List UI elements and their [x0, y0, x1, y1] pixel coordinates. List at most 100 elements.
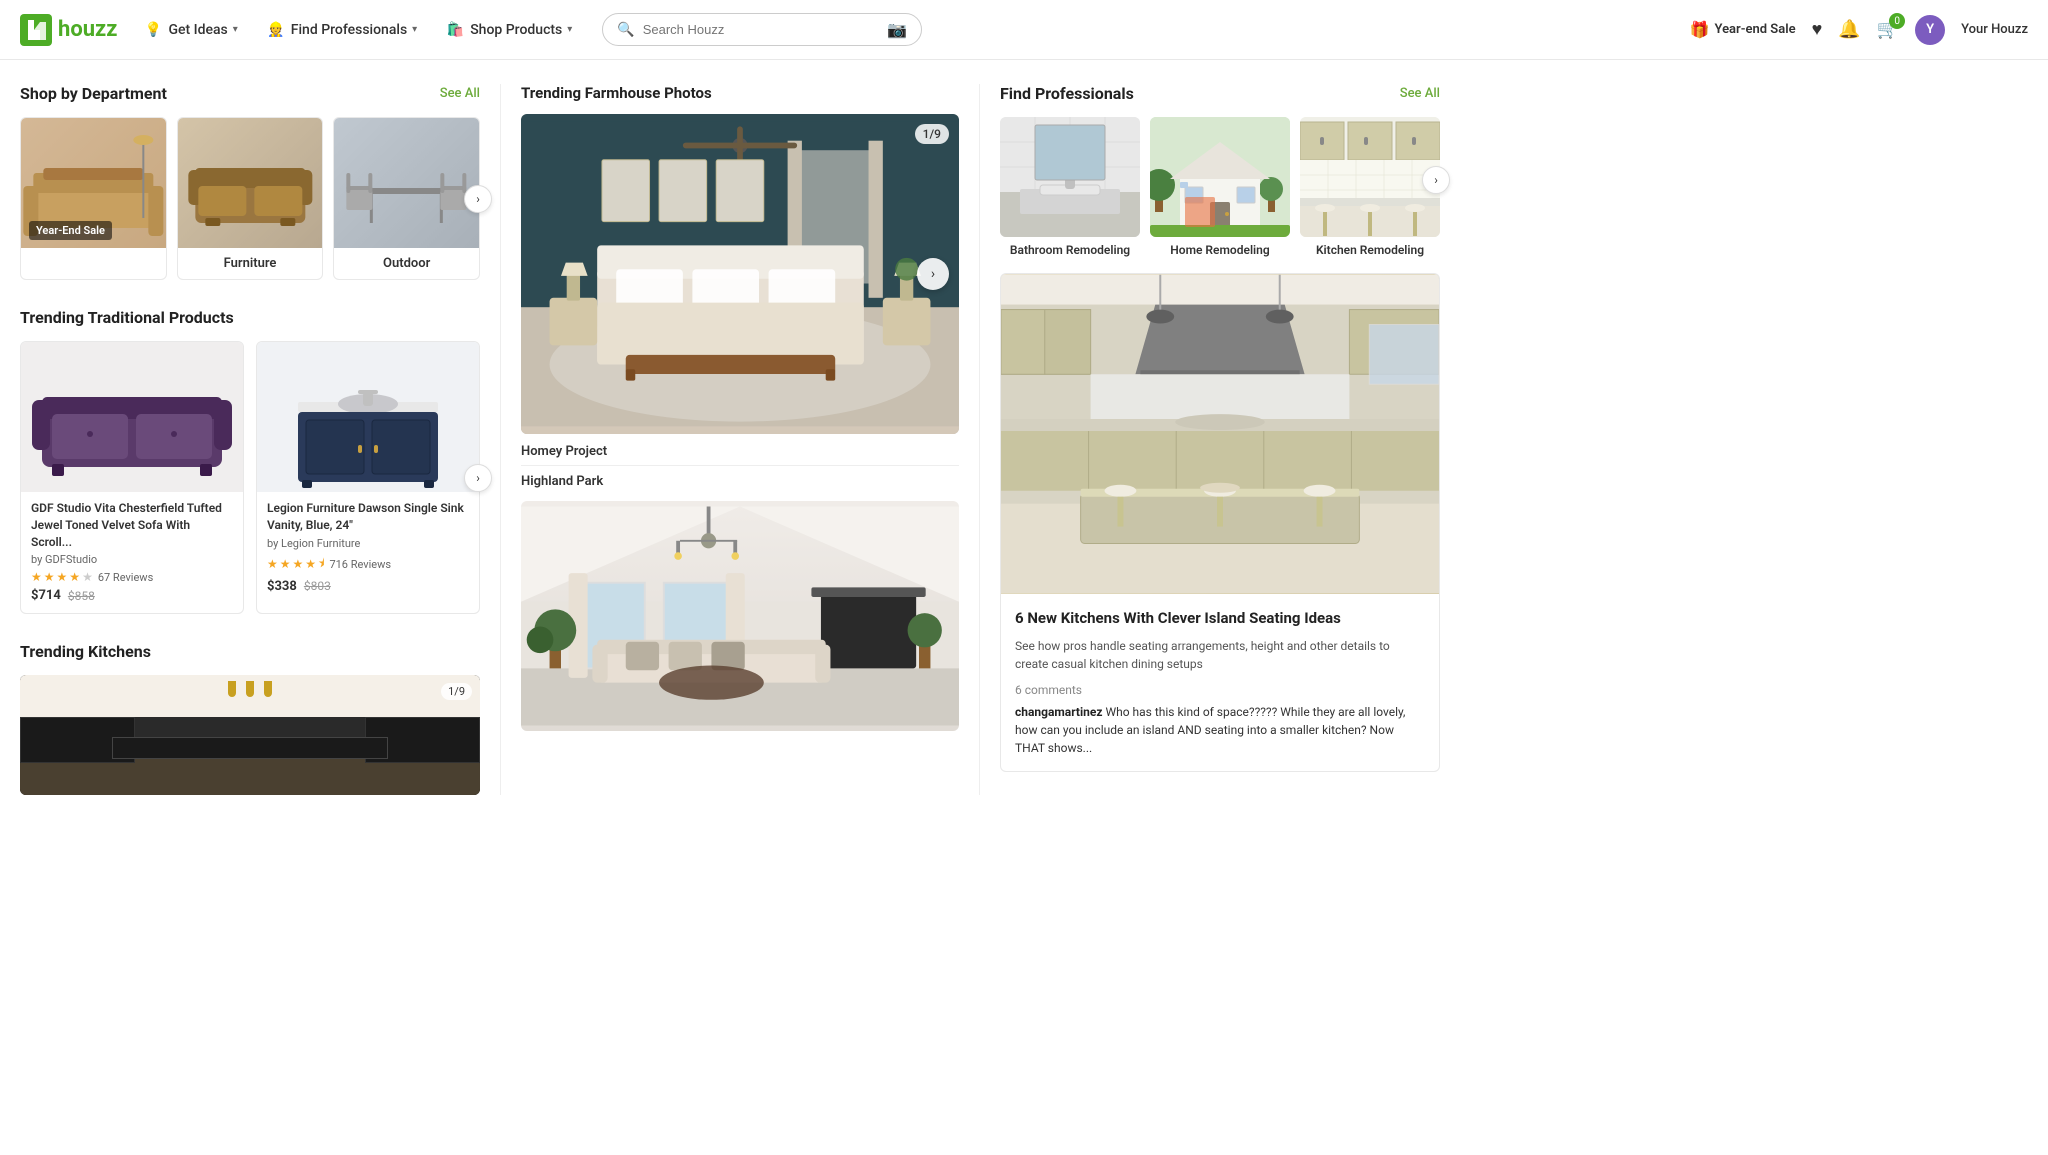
dept-card-outdoor[interactable]: Outdoor [333, 117, 480, 280]
article-comment-author: changamartinez [1015, 705, 1102, 719]
product-grid: GDF Studio Vita Chesterfield Tufted Jewe… [20, 341, 480, 614]
farmhouse-photo-counter: 1/9 [915, 124, 949, 144]
product-sofa-by: by GDFStudio [31, 553, 233, 566]
find-pros-title: Find Professionals [1000, 84, 1134, 103]
product-vanity-reviews: 716 Reviews [329, 558, 391, 571]
product-sofa-img [21, 342, 243, 492]
farmhouse-photo-label-2[interactable]: Highland Park [521, 466, 959, 501]
product-vanity-info: Legion Furniture Dawson Single Sink Vani… [257, 492, 479, 594]
farmhouse-carousel-next[interactable]: › [917, 258, 949, 290]
star-4: ★ [69, 570, 80, 584]
star-2: ★ [44, 570, 55, 584]
dk-island [112, 737, 388, 759]
dept-carousel-next[interactable]: › [464, 185, 492, 213]
product-card-vanity[interactable]: Legion Furniture Dawson Single Sink Vani… [256, 341, 480, 614]
dept-card-sale[interactable]: Year-End Sale [20, 117, 167, 280]
pro-home-img [1150, 117, 1290, 237]
find-pros-see-all[interactable]: See All [1400, 86, 1440, 101]
pro-card-home[interactable]: Home Remodeling [1150, 117, 1290, 257]
nav-find-professionals-label: Find Professionals [291, 22, 407, 38]
dept-card-outdoor-img [334, 118, 479, 248]
pro-kitchen-img [1300, 117, 1440, 237]
pro-card-bathroom[interactable]: Bathroom Remodeling [1000, 117, 1140, 257]
star-v4: ★ [305, 557, 316, 571]
dk-light-3 [264, 681, 272, 697]
year-end-sale-link[interactable]: 🎁 Year-end Sale [1690, 20, 1796, 39]
farmhouse-second-photo[interactable] [521, 501, 959, 731]
product-sofa-price-row: $714 $858 [31, 588, 233, 603]
dept-card-furniture[interactable]: Furniture [177, 117, 324, 280]
nav-get-ideas[interactable]: 💡 Get Ideas ▾ [133, 12, 247, 48]
bedroom-svg [521, 114, 959, 434]
star-v2: ★ [280, 557, 291, 571]
article-title: 6 New Kitchens With Clever Island Seatin… [1015, 608, 1425, 629]
purple-sofa-svg [21, 342, 243, 492]
navbar: houzz 💡 Get Ideas ▾ 👷 Find Professionals… [0, 0, 2048, 60]
product-sofa-stars: ★ ★ ★ ★ ★ 67 Reviews [31, 570, 233, 584]
gift-icon: 🎁 [1690, 20, 1710, 39]
star-1: ★ [31, 570, 42, 584]
dk-light-2 [246, 681, 254, 697]
your-houzz-link[interactable]: Your Houzz [1961, 22, 2028, 37]
article-card[interactable]: 6 New Kitchens With Clever Island Seatin… [1000, 273, 1440, 772]
star-5: ★ [82, 570, 93, 584]
pro-card-kitchen[interactable]: Kitchen Remodeling [1300, 117, 1440, 257]
notifications-button[interactable]: 🔔 [1838, 19, 1860, 40]
farmhouse-photo-label-1[interactable]: Homey Project [521, 434, 959, 466]
cart-button[interactable]: 🛒 0 [1877, 19, 1899, 40]
year-end-sale-label: Year-end Sale [1714, 22, 1795, 37]
living-room-svg [521, 501, 959, 731]
sale-badge: Year-End Sale [29, 221, 112, 240]
middle-column: Trending Farmhouse Photos [500, 84, 980, 795]
nav-find-professionals[interactable]: 👷 Find Professionals ▾ [256, 12, 427, 48]
pro-bathroom-img [1000, 117, 1140, 237]
article-img [1001, 274, 1439, 594]
logo[interactable]: houzz [20, 14, 117, 46]
user-avatar[interactable]: Y [1915, 15, 1945, 45]
pros-carousel-next[interactable]: › [1422, 166, 1450, 194]
dept-outdoor-label: Outdoor [334, 248, 479, 279]
furniture-sofa-svg [178, 118, 323, 248]
search-icon[interactable]: 🔍 [617, 22, 634, 38]
trending-farmhouse-title: Trending Farmhouse Photos [521, 84, 959, 102]
nav-shop-products[interactable]: 🛍️ Shop Products ▾ [435, 12, 582, 48]
article-body: 6 New Kitchens With Clever Island Seatin… [1001, 594, 1439, 771]
product-vanity-name: Legion Furniture Dawson Single Sink Vani… [267, 500, 469, 534]
product-sofa-name: GDF Studio Vita Chesterfield Tufted Jewe… [31, 500, 233, 550]
right-column: Find Professionals See All [980, 84, 1440, 795]
search-input[interactable] [643, 22, 880, 37]
products-carousel-next[interactable]: › [464, 464, 492, 492]
blue-vanity-svg [257, 342, 479, 492]
dept-card-furniture-img [178, 118, 323, 248]
bedroom-scene [521, 114, 959, 434]
chevron-down-icon: ▾ [233, 24, 238, 35]
chevron-down-icon-3: ▾ [567, 24, 572, 35]
shop-by-dept-header: Shop by Department See All [20, 84, 480, 103]
pro-bathroom-label: Bathroom Remodeling [1000, 243, 1140, 257]
kitchen-preview-img[interactable]: 1/9 [20, 675, 480, 795]
bath-scene [1000, 117, 1140, 237]
trending-kitchens-header: Trending Kitchens [20, 642, 480, 661]
search-bar: 🔍 📷 [602, 13, 922, 46]
product-card-sofa[interactable]: GDF Studio Vita Chesterfield Tufted Jewe… [20, 341, 244, 614]
star-v5-half: ⯨ [318, 554, 324, 575]
product-sofa-info: GDF Studio Vita Chesterfield Tufted Jewe… [21, 492, 243, 603]
dept-card-sale-img: Year-End Sale [21, 118, 166, 248]
product-sofa-price: $714 [31, 588, 61, 603]
farmhouse-main-photo[interactable]: 1/9 › [521, 114, 959, 434]
logo-text: houzz [58, 17, 117, 42]
trending-products-header: Trending Traditional Products [20, 308, 480, 327]
dk-floor [20, 759, 480, 795]
find-pros-icon: 👷 [266, 20, 286, 40]
star-v3: ★ [293, 557, 304, 571]
main-content: Shop by Department See All [0, 60, 1460, 819]
camera-icon[interactable]: 📷 [887, 20, 907, 39]
kitchen-counter: 1/9 [441, 683, 472, 700]
product-vanity-img [257, 342, 479, 492]
favorites-button[interactable]: ♥ [1812, 19, 1823, 40]
article-subtitle: See how pros handle seating arrangements… [1015, 637, 1425, 673]
pro-home-label: Home Remodeling [1150, 243, 1290, 257]
shop-by-dept-see-all[interactable]: See All [440, 86, 480, 101]
product-vanity-original-price: $803 [304, 579, 331, 593]
pros-grid: Bathroom Remodeling [1000, 117, 1440, 257]
